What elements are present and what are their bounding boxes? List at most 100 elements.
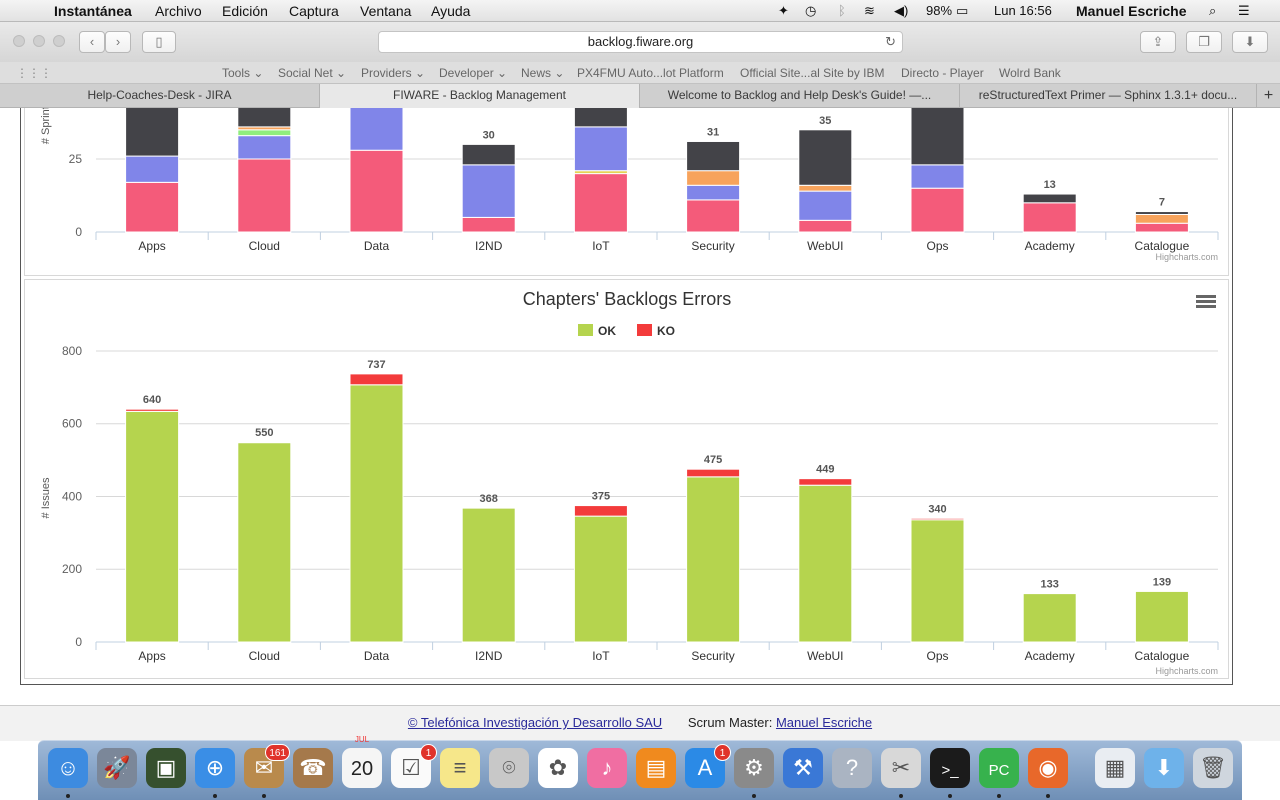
xcode-icon[interactable]: ⚒ bbox=[783, 748, 823, 788]
highcharts-credit: Highcharts.com bbox=[1155, 252, 1218, 262]
x-category-label: Data bbox=[364, 649, 390, 663]
bar-segment bbox=[910, 108, 965, 166]
running-indicator bbox=[262, 794, 266, 798]
legend-label: OK bbox=[598, 324, 616, 338]
fav-directo-player[interactable]: Directo - Player bbox=[901, 66, 984, 80]
bar-segment bbox=[237, 441, 292, 444]
tab-backlog-guide[interactable]: Welcome to Backlog and Help Desk's Guide… bbox=[640, 84, 960, 108]
back-button[interactable]: ‹ bbox=[79, 31, 105, 53]
fav-news[interactable]: News ⌄ bbox=[521, 66, 564, 80]
bar-total-label: 139 bbox=[1153, 576, 1171, 588]
menu-captura[interactable]: Captura bbox=[289, 3, 339, 19]
chart-title: Chapters' Backlogs Errors bbox=[523, 289, 732, 309]
reminders-icon[interactable]: ☑ 1 bbox=[391, 744, 437, 788]
notification-badge: 1 bbox=[420, 744, 437, 761]
bar-segment bbox=[910, 187, 965, 233]
fav-ibm[interactable]: Official Site...al Site by IBM bbox=[740, 66, 885, 80]
menu-ayuda[interactable]: Ayuda bbox=[431, 3, 470, 19]
volume-icon[interactable]: ◀) bbox=[894, 3, 908, 19]
share-button[interactable]: ⇪ bbox=[1140, 31, 1176, 53]
preview-glyph: ▣ bbox=[155, 755, 177, 780]
notes-icon[interactable]: ≡ bbox=[440, 748, 480, 788]
app-store-icon[interactable]: A1 bbox=[685, 744, 731, 788]
notification-center-icon[interactable]: ☰ bbox=[1238, 3, 1250, 19]
forward-button[interactable]: › bbox=[105, 31, 131, 53]
new-tab-button[interactable]: + bbox=[1257, 84, 1280, 108]
finder-icon[interactable]: ☺ bbox=[48, 748, 88, 788]
launchpad-icon[interactable]: 🚀 bbox=[97, 748, 137, 788]
bar-segment bbox=[686, 199, 741, 233]
time-machine-icon[interactable]: ◷ bbox=[805, 3, 816, 19]
safari-icon[interactable]: ⊕ bbox=[195, 748, 235, 788]
tab-bar: Help-Coaches-Desk - JIRA FIWARE - Backlo… bbox=[0, 84, 1280, 108]
running-indicator bbox=[997, 794, 1001, 798]
fav-social-net[interactable]: Social Net ⌄ bbox=[278, 66, 346, 80]
user-menu[interactable]: Manuel Escriche bbox=[1076, 3, 1187, 19]
contacts-icon[interactable]: ☎ bbox=[293, 748, 333, 788]
running-indicator bbox=[213, 794, 217, 798]
address-bar[interactable]: backlog.fiware.org ↻ bbox=[378, 31, 903, 53]
menu-ventana[interactable]: Ventana bbox=[360, 3, 411, 19]
chart-menu-icon[interactable] bbox=[1196, 294, 1216, 310]
running-indicator bbox=[66, 794, 70, 798]
downloads-stack-icon[interactable]: ⬇ bbox=[1144, 748, 1184, 788]
fav-px4fmu[interactable]: PX4FMU Auto...lot Platform bbox=[577, 66, 724, 80]
y-tick-label: 800 bbox=[62, 344, 82, 358]
x-category-label: Catalogue bbox=[1135, 239, 1190, 253]
spotlight-search-icon[interactable]: ⌕ bbox=[1209, 3, 1216, 19]
bluetooth-icon[interactable]: ᛒ bbox=[838, 3, 846, 18]
fav-developer[interactable]: Developer ⌄ bbox=[439, 66, 507, 80]
clock[interactable]: Lun 16:56 bbox=[994, 3, 1052, 18]
menu-edicion[interactable]: Edición bbox=[222, 3, 268, 19]
preview-icon[interactable]: ▣ bbox=[146, 748, 186, 788]
menu-app-name[interactable]: Instantánea bbox=[54, 3, 132, 19]
top-sites-grid-icon[interactable]: ⋮⋮⋮ bbox=[16, 66, 52, 80]
bar-segment bbox=[125, 181, 180, 233]
bar-segment bbox=[1134, 213, 1189, 224]
help-icon[interactable]: ? bbox=[832, 748, 872, 788]
company-link[interactable]: © Telefónica Investigación y Desarrollo … bbox=[408, 715, 662, 730]
ibooks-icon[interactable]: ▤ bbox=[636, 748, 676, 788]
pycharm-icon[interactable]: PC bbox=[979, 748, 1019, 788]
tab-jira[interactable]: Help-Coaches-Desk - JIRA bbox=[0, 84, 320, 108]
system-preferences-icon[interactable]: ⚙ bbox=[734, 748, 774, 788]
system-preferences-glyph: ⚙ bbox=[744, 755, 764, 780]
tab-fiware-backlog[interactable]: FIWARE - Backlog Management bbox=[320, 84, 640, 108]
terminal-icon[interactable]: >_ bbox=[930, 748, 970, 788]
tabs-overview-button[interactable]: ❐ bbox=[1186, 31, 1222, 53]
firefox-icon[interactable]: ◉ bbox=[1028, 748, 1068, 788]
downloads-button[interactable]: ⬇ bbox=[1232, 31, 1268, 53]
window-zoom-button[interactable] bbox=[53, 35, 65, 47]
x-category-label: Data bbox=[364, 239, 390, 253]
bar-segment bbox=[461, 164, 516, 218]
x-category-label: Apps bbox=[138, 649, 165, 663]
fav-world-bank[interactable]: Wolrd Bank bbox=[999, 66, 1061, 80]
tab-rst-primer[interactable]: reStructuredText Primer — Sphinx 1.3.1+ … bbox=[960, 84, 1257, 108]
mail-icon[interactable]: ✉ 161 bbox=[244, 744, 290, 788]
fav-providers-label: Providers bbox=[361, 66, 412, 80]
window-minimize-button[interactable] bbox=[33, 35, 45, 47]
scrum-master-link[interactable]: Manuel Escriche bbox=[776, 715, 872, 730]
bar-segment bbox=[125, 108, 180, 157]
calendar-icon[interactable]: 20 JUL bbox=[342, 735, 382, 788]
menu-archivo[interactable]: Archivo bbox=[155, 3, 202, 19]
dropbox-icon[interactable]: ✦ bbox=[778, 3, 789, 19]
y-tick-label: 400 bbox=[62, 489, 82, 503]
fav-providers[interactable]: Providers ⌄ bbox=[361, 66, 425, 80]
itunes-icon[interactable]: ♪ bbox=[587, 748, 627, 788]
reload-icon[interactable]: ↻ bbox=[885, 32, 896, 52]
pycharm-glyph: PC bbox=[988, 762, 1010, 779]
screenshot-icon[interactable]: ✂ bbox=[881, 748, 921, 788]
window-close-button[interactable] bbox=[13, 35, 25, 47]
trash-icon[interactable]: 🗑 bbox=[1193, 748, 1233, 788]
battery-icon[interactable]: ▭ bbox=[956, 3, 968, 19]
wifi-icon[interactable]: ≋ bbox=[864, 3, 875, 19]
calendar-glyph: 20 bbox=[350, 758, 374, 780]
fav-tools[interactable]: Tools ⌄ bbox=[222, 66, 263, 80]
legend-label: KO bbox=[657, 324, 675, 338]
sidebar-toggle-button[interactable]: ▯ bbox=[142, 31, 176, 53]
photo-booth-icon[interactable]: ⌾ bbox=[489, 748, 529, 788]
bar-segment bbox=[798, 219, 853, 233]
photos-icon[interactable]: ✿ bbox=[538, 748, 578, 788]
documents-stack-icon[interactable]: ▦ bbox=[1095, 748, 1135, 788]
